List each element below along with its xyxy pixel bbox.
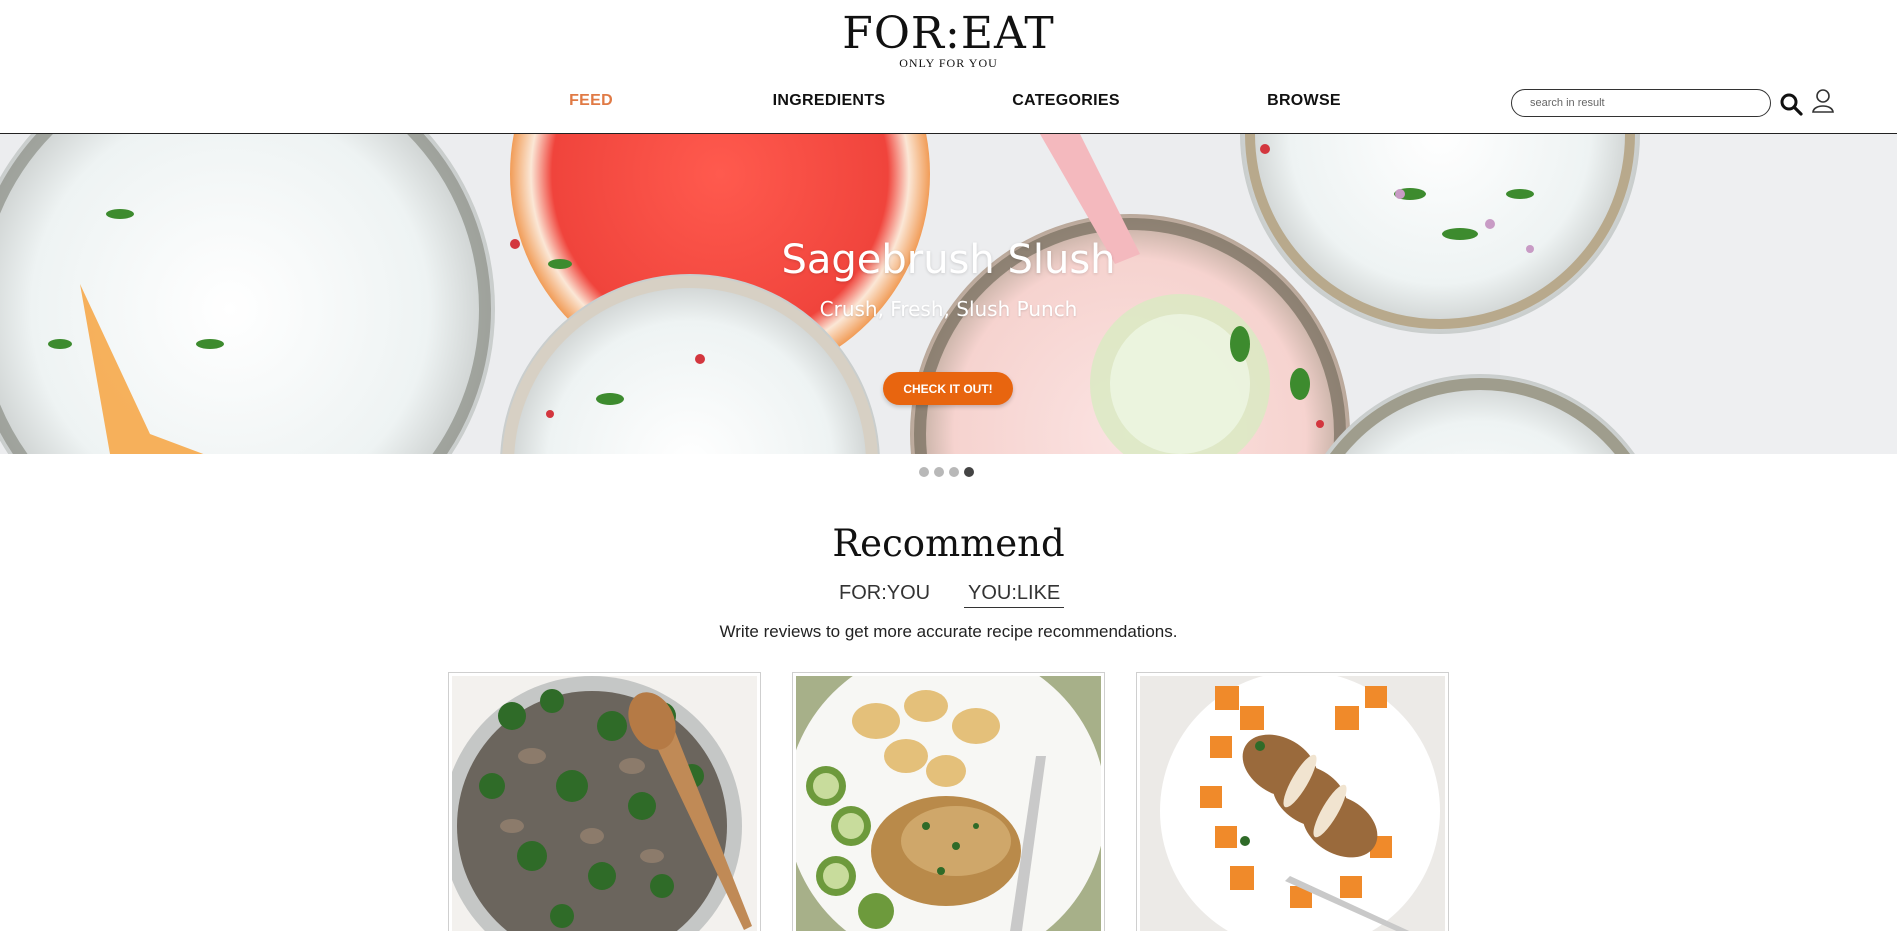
logo-subtitle: ONLY FOR YOU [899,56,998,70]
carousel-dot-2[interactable] [934,467,944,477]
hero-carousel: Sagebrush Slush Crush, Fresh, Slush Punc… [0,134,1897,454]
carousel-dot-4[interactable] [964,467,974,477]
search-icon[interactable] [1779,92,1803,116]
recipe-image-chicken-zucchini [796,676,1101,931]
tab-for-you[interactable]: FOR:YOU [839,582,930,605]
nav-feed[interactable]: FEED [491,92,691,110]
site-header: FOR:EAT ONLY FOR YOU FEED INGREDIENTS CA… [0,0,1897,134]
recipe-card[interactable] [448,672,761,931]
recipe-image-broccoli-mushroom [452,676,757,931]
recipe-card[interactable] [792,672,1105,931]
recommend-description: Write reviews to get more accurate recip… [719,622,1178,641]
hero-image [0,134,1897,454]
recipe-image-chicken-sweet-potato [1140,676,1445,931]
recipe-card[interactable] [1136,672,1449,931]
logo[interactable]: FOR:EAT ONLY FOR YOU [0,10,1897,71]
carousel-dot-1[interactable] [919,467,929,477]
logo-title: FOR:EAT [842,8,1055,59]
nav-categories[interactable]: CATEGORIES [966,92,1166,110]
tab-you-like[interactable]: YOU:LIKE [964,582,1065,608]
carousel-dot-3[interactable] [949,467,959,477]
nav-browse[interactable]: BROWSE [1204,92,1404,110]
search-input[interactable] [1511,89,1771,117]
hero-subtitle: Crush, Fresh, Slush Punch [819,297,1078,321]
recommend-title: Recommend [832,522,1065,565]
hero-title: Sagebrush Slush [781,237,1116,283]
nav-ingredients[interactable]: INGREDIENTS [729,92,929,110]
user-icon[interactable] [1811,88,1835,114]
check-it-out-button[interactable]: CHECK IT OUT! [883,372,1013,405]
